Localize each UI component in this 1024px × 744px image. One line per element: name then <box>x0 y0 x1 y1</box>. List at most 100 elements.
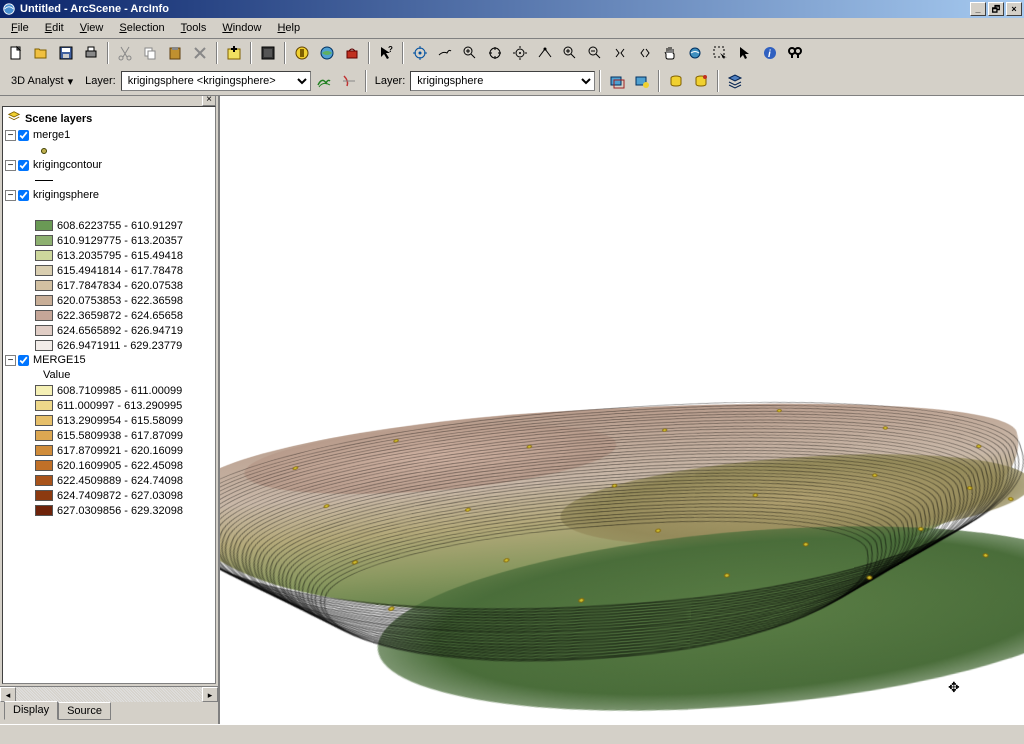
expander-icon[interactable]: − <box>5 190 16 201</box>
zoom-target-button[interactable] <box>508 41 532 65</box>
menu-help[interactable]: Help <box>270 20 307 36</box>
scroll-left-icon[interactable]: ◂ <box>0 687 16 702</box>
arccatalog-button[interactable] <box>290 41 314 65</box>
georef-tool2-button[interactable] <box>630 69 654 93</box>
class-label: 624.7409872 - 627.03098 <box>57 490 183 502</box>
zoom-out-button[interactable] <box>583 41 607 65</box>
extrude-tool2-button[interactable] <box>689 69 713 93</box>
scroll-right-icon[interactable]: ▸ <box>202 687 218 702</box>
navigate-button[interactable] <box>408 41 432 65</box>
menu-file[interactable]: File <box>4 20 36 36</box>
steepest-path-button[interactable] <box>337 69 361 93</box>
class-row: 622.4509889 - 624.74098 <box>5 473 215 488</box>
arcmap-button[interactable] <box>315 41 339 65</box>
layer-stack-button[interactable] <box>723 69 747 93</box>
menu-selection[interactable]: Selection <box>112 20 171 36</box>
layer-node[interactable]: − krigingsphere <box>5 188 215 203</box>
menu-tools[interactable]: Tools <box>174 20 214 36</box>
color-swatch-icon <box>35 385 53 396</box>
full-extent-button[interactable] <box>683 41 707 65</box>
class-row: 615.4941814 - 617.78478 <box>5 263 215 278</box>
close-button[interactable]: × <box>1006 2 1022 16</box>
add-data-button[interactable] <box>222 41 246 65</box>
layer-name[interactable]: merge1 <box>31 129 72 141</box>
zoom-in-button[interactable] <box>558 41 582 65</box>
narrow-fov-button[interactable] <box>608 41 632 65</box>
class-label: 620.0753853 - 622.36598 <box>57 295 183 307</box>
class-label: 624.6565892 - 626.94719 <box>57 325 183 337</box>
layer-node[interactable]: − merge1 <box>5 128 215 143</box>
layer-name[interactable]: krigingsphere <box>31 189 101 201</box>
arctoolbox-button[interactable] <box>340 41 364 65</box>
help-pointer-button[interactable]: ? <box>374 41 398 65</box>
app-icon <box>2 2 16 16</box>
3d-analyst-menu[interactable]: 3D Analyst ▾ <box>4 69 80 93</box>
color-swatch-icon <box>35 280 53 291</box>
layer-select-left[interactable]: krigingsphere <krigingsphere> <box>121 71 311 91</box>
layer-visibility-checkbox[interactable] <box>18 355 29 366</box>
select-graphics-button[interactable] <box>708 41 732 65</box>
class-label: 626.9471911 - 629.23779 <box>57 340 182 352</box>
extrude-tool1-button[interactable] <box>664 69 688 93</box>
class-label: 608.6223755 - 610.91297 <box>57 220 183 232</box>
svg-text:?: ? <box>388 45 393 54</box>
toc-close-button[interactable]: × <box>202 96 216 106</box>
expander-icon[interactable]: − <box>5 130 16 141</box>
center-target-button[interactable] <box>483 41 507 65</box>
toc-handle[interactable]: × <box>0 96 218 104</box>
class-row: 613.2035795 - 615.49418 <box>5 248 215 263</box>
window-title: Untitled - ArcScene - ArcInfo <box>20 3 970 15</box>
class-label: 613.2909954 - 615.58099 <box>57 415 183 427</box>
class-row: 622.3659872 - 624.65658 <box>5 308 215 323</box>
identify-button[interactable]: i <box>758 41 782 65</box>
caret-down-icon: ▾ <box>68 75 74 88</box>
toc-tabs: Display Source <box>0 702 218 724</box>
widen-fov-button[interactable] <box>633 41 657 65</box>
open-button[interactable] <box>29 41 53 65</box>
set-observer-button[interactable] <box>533 41 557 65</box>
layer-node[interactable]: − MERGE15 <box>5 353 215 368</box>
table-of-contents[interactable]: Scene layers − merge1− krigingcontour− k… <box>2 106 216 684</box>
layer-name[interactable]: krigingcontour <box>31 159 104 171</box>
zoom-in-out-button[interactable] <box>458 41 482 65</box>
layer-visibility-checkbox[interactable] <box>18 190 29 201</box>
find-button[interactable] <box>783 41 807 65</box>
class-label: 620.1609905 - 622.45098 <box>57 460 183 472</box>
class-label: 617.7847834 - 620.07538 <box>57 280 183 292</box>
tab-source[interactable]: Source <box>58 702 111 720</box>
expander-icon[interactable]: − <box>5 355 16 366</box>
layer-visibility-checkbox[interactable] <box>18 130 29 141</box>
layer-node[interactable]: − krigingcontour <box>5 158 215 173</box>
cut-button[interactable] <box>113 41 137 65</box>
menu-window[interactable]: Window <box>215 20 268 36</box>
class-row: 627.0309856 - 629.32098 <box>5 503 215 518</box>
expander-icon[interactable]: − <box>5 160 16 171</box>
save-button[interactable] <box>54 41 78 65</box>
scene-viewport[interactable]: ✥ <box>220 96 1024 724</box>
contour-tool-button[interactable] <box>312 69 336 93</box>
toc-hscrollbar[interactable]: ◂ ▸ <box>0 686 218 702</box>
menu-view[interactable]: View <box>73 20 111 36</box>
new-button[interactable] <box>4 41 28 65</box>
layer-name[interactable]: MERGE15 <box>31 354 88 366</box>
tab-display[interactable]: Display <box>4 701 58 720</box>
scene-properties-button[interactable] <box>256 41 280 65</box>
color-swatch-icon <box>35 505 53 516</box>
color-swatch-icon <box>35 220 53 231</box>
layer-visibility-checkbox[interactable] <box>18 160 29 171</box>
minimize-button[interactable]: _ <box>970 2 986 16</box>
paste-button[interactable] <box>163 41 187 65</box>
select-elements-button[interactable] <box>733 41 757 65</box>
copy-button[interactable] <box>138 41 162 65</box>
georef-tool1-button[interactable] <box>605 69 629 93</box>
layer-select-right[interactable]: krigingsphere <box>410 71 595 91</box>
restore-button[interactable]: 🗗 <box>988 2 1004 16</box>
menu-edit[interactable]: Edit <box>38 20 71 36</box>
class-label: 615.4941814 - 617.78478 <box>57 265 183 277</box>
print-button[interactable] <box>79 41 103 65</box>
delete-button[interactable] <box>188 41 212 65</box>
scroll-track[interactable] <box>16 687 202 702</box>
color-swatch-icon <box>35 295 53 306</box>
pan-button[interactable] <box>658 41 682 65</box>
fly-button[interactable] <box>433 41 457 65</box>
